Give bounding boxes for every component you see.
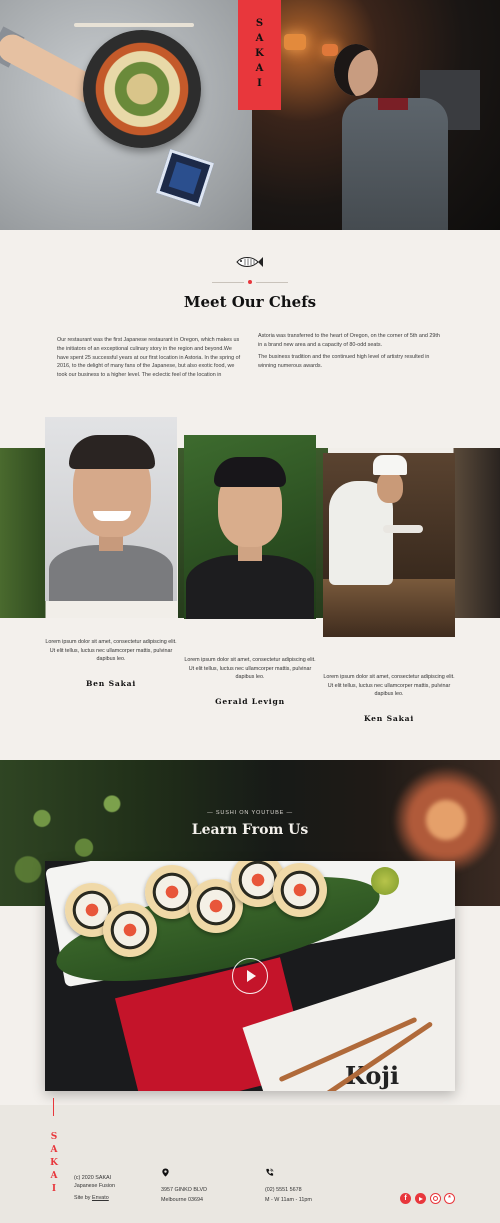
- footer-credit: Site by Envato: [74, 1195, 109, 1201]
- video-player[interactable]: Koji: [45, 861, 455, 1091]
- sushi-roll: [103, 903, 157, 957]
- footer-hours: M - W 11am - 11pm: [265, 1197, 312, 1203]
- chef-photo-ken: [323, 453, 455, 637]
- footer-brand: SAKAI: [49, 1132, 59, 1197]
- chef-name-gerald: Gerald Levign: [215, 697, 285, 706]
- sauce-dish-image: [156, 149, 214, 207]
- play-button[interactable]: [232, 958, 268, 994]
- brand-logo-text: SAKAI: [254, 17, 265, 93]
- location-pin-icon: [162, 1168, 169, 1177]
- hero-banner: SAKAI: [0, 0, 500, 230]
- phone-icon: [266, 1168, 274, 1176]
- youtube-icon[interactable]: [415, 1193, 426, 1204]
- chef-photo-gerald: [184, 435, 316, 619]
- footer-tagline: Japanese Fusion: [74, 1183, 116, 1189]
- footer-address-line1: 3957 GINKO BLVD: [161, 1187, 208, 1193]
- footer: [0, 1105, 500, 1223]
- chefs-section-title: Meet Our Chefs: [183, 293, 317, 311]
- chef-description-ben: Lorem ipsum dolor sit amet, consectetur …: [45, 639, 177, 663]
- envato-link[interactable]: Envato: [92, 1195, 109, 1201]
- play-icon: [247, 970, 256, 982]
- poke-bowl-image: [83, 30, 201, 148]
- hero-food-image: [0, 0, 252, 230]
- footer-accent-line: [53, 1098, 54, 1116]
- footer-address-line2: Melbourne 03694: [161, 1197, 203, 1203]
- divider-right: [256, 282, 288, 283]
- chef-name-ben: Ben Sakai: [85, 679, 137, 688]
- chef-description-ken: Lorem ipsum dolor sit amet, consectetur …: [323, 674, 455, 698]
- chopstick-image: [74, 23, 194, 27]
- divider-left: [212, 282, 244, 283]
- wasabi: [371, 867, 399, 895]
- sushi-roll: [273, 863, 327, 917]
- chef-name-ken: Ken Sakai: [363, 714, 415, 723]
- chefs-intro-left: Our restaurant was the first Japanese re…: [57, 337, 241, 379]
- hero-chef-image: [252, 0, 500, 230]
- divider-dot: [248, 280, 252, 284]
- brand-logo[interactable]: SAKAI: [238, 0, 281, 110]
- chefs-intro-right-1: Astoria was transferred to the heart of …: [258, 333, 440, 348]
- facebook-icon[interactable]: f: [400, 1193, 411, 1204]
- chef-description-gerald: Lorem ipsum dolor sit amet, consectetur …: [184, 657, 316, 681]
- fish-icon: [236, 257, 263, 267]
- yelp-icon[interactable]: *: [444, 1193, 455, 1204]
- chef-photo-ben: [45, 417, 177, 601]
- chefs-intro-right-2: The business tradition and the continued…: [258, 354, 430, 369]
- video-section-title: Learn From Us: [191, 822, 309, 838]
- whatsapp-icon[interactable]: [430, 1193, 441, 1204]
- footer-phone[interactable]: (02) 5551 5678: [265, 1185, 302, 1195]
- video-kicker: — SUSHI ON YOUTUBE —: [207, 810, 293, 816]
